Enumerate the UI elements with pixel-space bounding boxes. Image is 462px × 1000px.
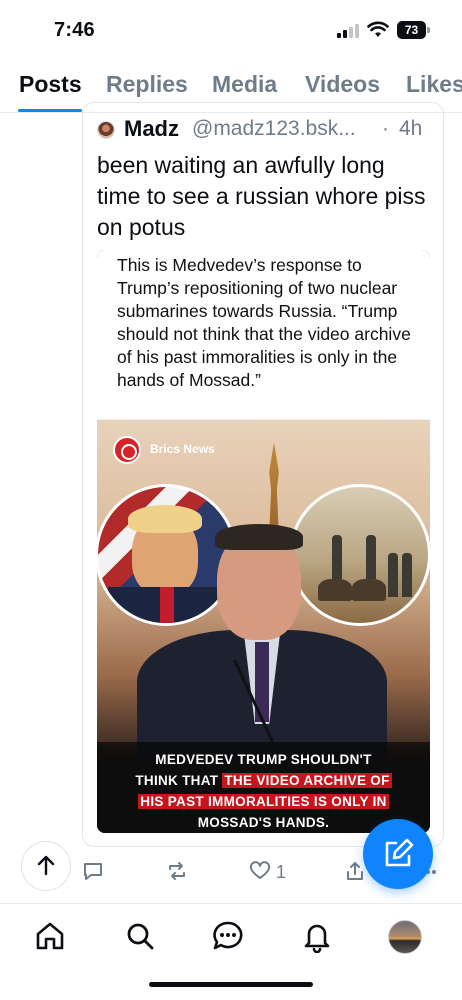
- tab-media[interactable]: Media: [212, 71, 277, 98]
- home-indicator: [149, 982, 313, 987]
- tab-posts[interactable]: Posts: [19, 71, 82, 98]
- status-bar: 7:46 73: [0, 0, 462, 60]
- active-tab-indicator: [18, 109, 82, 112]
- tab-replies[interactable]: Replies: [106, 71, 188, 98]
- search-icon[interactable]: [123, 919, 157, 953]
- globe-icon: [113, 436, 141, 464]
- banner-line-3-highlight: HIS PAST IMMORALITIES IS ONLY IN: [138, 794, 389, 809]
- like-count: 1: [276, 862, 287, 882]
- banner-line-2-plain: THINK THAT: [135, 773, 223, 788]
- status-time: 7:46: [54, 19, 95, 41]
- scroll-to-top-button[interactable]: [21, 841, 71, 891]
- author-avatar[interactable]: [97, 121, 115, 139]
- compose-button[interactable]: [363, 819, 433, 889]
- news-photo: Brics News MEDVEDEV TRUMP SHOULDN'T THIN…: [97, 420, 430, 833]
- signal-icon: [337, 24, 359, 38]
- banner-line-1: MEDVEDEV TRUMP SHOULDN'T: [155, 752, 372, 767]
- battle-painting: [289, 484, 430, 626]
- repost-icon[interactable]: [166, 860, 188, 882]
- bell-icon[interactable]: [300, 919, 334, 953]
- heart-icon[interactable]: [249, 860, 271, 882]
- battery-level: 73: [397, 21, 426, 39]
- compose-icon: [385, 838, 414, 867]
- banner-line-3: HIS PAST IMMORALITIES IS ONLY IN: [97, 794, 430, 809]
- image-caption-area: This is Medvedev’s response to Trump’s r…: [97, 250, 430, 420]
- tab-likes[interactable]: Likes: [406, 71, 462, 98]
- wifi-icon: [367, 21, 389, 37]
- arrow-up-icon: [37, 855, 55, 876]
- home-icon[interactable]: [33, 919, 67, 953]
- post-header: Madz @madz123.bsk... · 4h: [97, 116, 447, 144]
- reply-icon[interactable]: [82, 860, 104, 882]
- source-label: Brics News: [150, 442, 215, 456]
- post-time: 4h: [399, 117, 423, 140]
- profile-avatar[interactable]: [388, 920, 422, 954]
- author-name[interactable]: Madz: [124, 116, 179, 142]
- embedded-image[interactable]: This is Medvedev’s response to Trump’s r…: [97, 250, 430, 833]
- chat-icon[interactable]: [211, 919, 245, 953]
- image-caption-text: This is Medvedev’s response to Trump’s r…: [117, 255, 411, 390]
- author-handle[interactable]: @madz123.bsk...: [192, 117, 356, 141]
- trump-portrait: [97, 484, 237, 626]
- meta-separator: ·: [382, 117, 389, 140]
- banner-line-2: THINK THAT THE VIDEO ARCHIVE OF: [97, 773, 430, 788]
- banner-line-2-highlight: THE VIDEO ARCHIVE OF: [222, 773, 392, 788]
- tab-videos[interactable]: Videos: [305, 71, 380, 98]
- post-text: been waiting an awfully long time to see…: [97, 152, 426, 240]
- battery-icon: 73: [397, 21, 430, 39]
